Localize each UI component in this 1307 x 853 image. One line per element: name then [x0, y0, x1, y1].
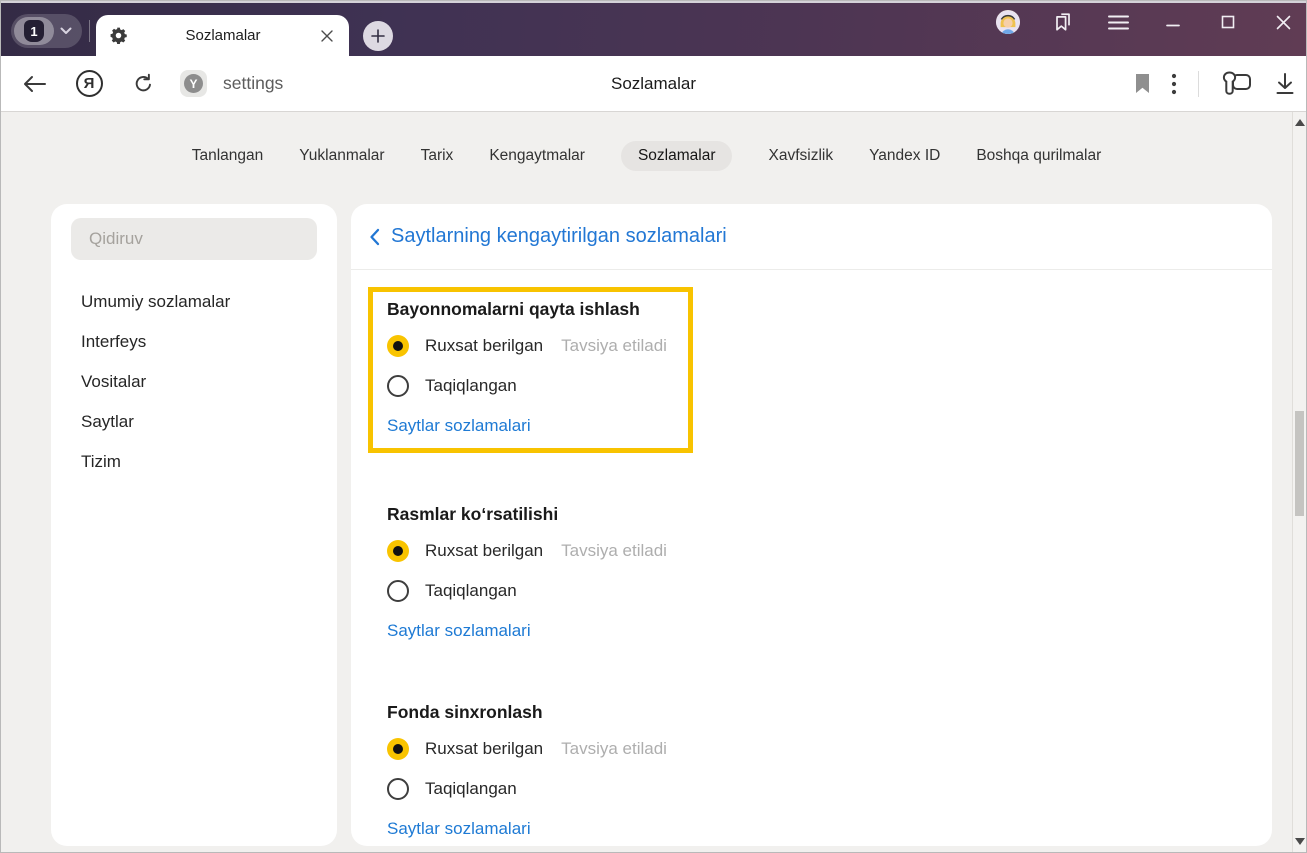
scroll-down-arrow[interactable]	[1295, 838, 1305, 845]
section-title: Bayonnomalarni qayta ishlash	[387, 299, 640, 319]
address-url[interactable]: settings	[223, 56, 283, 111]
tab-counter-button[interactable]: 1	[11, 14, 82, 48]
nav-tab-boshqa-qurilmalar[interactable]: Boshqa qurilmalar	[976, 141, 1101, 171]
radio-selected-icon[interactable]	[387, 540, 409, 562]
link-row: Saytlar sozlamalari	[387, 406, 674, 446]
refresh-icon[interactable]	[131, 56, 155, 111]
nav-tab-xavfsizlik[interactable]: Xavfsizlik	[768, 141, 833, 171]
titlebar-divider	[89, 20, 90, 42]
settings-content: Saytlarning kengaytirilgan sozlamalari B…	[351, 204, 1272, 846]
close-button[interactable]	[1271, 10, 1295, 34]
minimize-button[interactable]	[1161, 10, 1185, 34]
tab-close-icon[interactable]	[318, 27, 336, 45]
maximize-button[interactable]	[1216, 10, 1240, 34]
profile-avatar[interactable]	[996, 10, 1020, 34]
sidebar-item-vositalar[interactable]: Vositalar	[51, 362, 337, 402]
sites-settings-link[interactable]: Saytlar sozlamalari	[387, 621, 531, 641]
toolbar: Я Y settings Sozlamalar	[1, 56, 1306, 111]
settings-section-rasmlar-ko-rsatilishi: Rasmlar koʻrsatilishi Ruxsat berilgan Ta…	[387, 501, 1236, 651]
titlebar: 1 Sozlamalar	[1, 1, 1306, 56]
settings-section-bayonnomalarni-qayta-ishlash: Bayonnomalarni qayta ishlash Ruxsat beri…	[368, 287, 693, 453]
section-title: Rasmlar koʻrsatilishi	[387, 504, 559, 524]
link-row: Saytlar sozlamalari	[387, 611, 1236, 651]
scroll-up-arrow[interactable]	[1295, 119, 1305, 126]
sidebar-item-tizim[interactable]: Tizim	[51, 442, 337, 482]
nav-tab-yandex-id[interactable]: Yandex ID	[869, 141, 940, 171]
page-title: Saytlarning kengaytirilgan sozlamalari	[391, 225, 727, 247]
toolbar-page-title: Sozlamalar	[610, 73, 697, 93]
nav-tab-tarix[interactable]: Tarix	[421, 141, 454, 171]
radio-option-allowed[interactable]: Ruxsat berilgan Tavsiya etiladi	[387, 531, 1236, 571]
radio-option-blocked[interactable]: Taqiqlangan	[387, 571, 1236, 611]
radio-option-allowed[interactable]: Ruxsat berilgan Tavsiya etiladi	[387, 326, 674, 366]
nav-tabs: Tanlangan Yuklanmalar Tarix Kengaytmalar Soz…	[1, 141, 1292, 171]
link-row: Saytlar sozlamalari	[387, 809, 1236, 846]
menu-icon[interactable]	[1106, 10, 1130, 34]
chevron-down-icon	[60, 27, 72, 35]
browser-tab-settings[interactable]: Sozlamalar	[96, 15, 349, 56]
radio-unselected-icon[interactable]	[387, 580, 409, 602]
radio-option-blocked[interactable]: Taqiqlangan	[387, 769, 1236, 809]
radio-option-allowed[interactable]: Ruxsat berilgan Tavsiya etiladi	[387, 729, 1236, 769]
sidebar-item-saytlar[interactable]: Saytlar	[51, 402, 337, 442]
sections-container: Bayonnomalarni qayta ishlash Ruxsat beri…	[351, 270, 1272, 846]
protect-icon[interactable]: Y	[180, 70, 207, 97]
nav-tab-tanlangan[interactable]: Tanlangan	[192, 141, 264, 171]
bookmark-icon[interactable]	[1135, 73, 1150, 94]
scrollbar[interactable]	[1292, 112, 1306, 852]
sites-settings-link[interactable]: Saytlar sozlamalari	[387, 819, 531, 839]
settings-page: Tanlangan Yuklanmalar Tarix Kengaytmalar Soz…	[1, 111, 1306, 852]
nav-tab-yuklanmalar[interactable]: Yuklanmalar	[299, 141, 384, 171]
radio-option-blocked[interactable]: Taqiqlangan	[387, 366, 674, 406]
scrollbar-thumb[interactable]	[1295, 411, 1304, 516]
sites-settings-link[interactable]: Saytlar sozlamalari	[387, 416, 531, 436]
gear-icon	[109, 26, 128, 45]
sidebar-item-interfeys[interactable]: Interfeys	[51, 322, 337, 362]
extensions-icon[interactable]	[1220, 70, 1253, 97]
collections-icon[interactable]	[1051, 10, 1075, 34]
chevron-left-icon	[369, 228, 380, 246]
downloads-icon[interactable]	[1274, 72, 1296, 96]
tab-counter-segment: 1	[14, 17, 54, 45]
sidebar-item-umumiy-sozlamalar[interactable]: Umumiy sozlamalar	[51, 282, 337, 322]
back-heading[interactable]: Saytlarning kengaytirilgan sozlamalari	[351, 204, 1272, 269]
radio-selected-icon[interactable]	[387, 738, 409, 760]
radio-selected-icon[interactable]	[387, 335, 409, 357]
browser-window: 1 Sozlamalar Я Y settings Sozlamalar Tan…	[0, 0, 1307, 853]
yandex-logo-icon[interactable]: Я	[75, 56, 103, 111]
settings-section-fonda-sinxronlash: Fonda sinxronlash Ruxsat berilgan Tavsiy…	[387, 699, 1236, 846]
radio-unselected-icon[interactable]	[387, 375, 409, 397]
back-icon[interactable]	[21, 56, 47, 111]
more-options-icon[interactable]	[1171, 73, 1177, 95]
sidebar: Umumiy sozlamalarInterfeysVositalarSaytl…	[51, 204, 337, 846]
tab-count-badge: 1	[24, 20, 44, 42]
nav-tab-kengaytmalar[interactable]: Kengaytmalar	[489, 141, 585, 171]
tab-title: Sozlamalar	[185, 27, 261, 44]
toolbar-divider	[1198, 70, 1199, 97]
section-title: Fonda sinxronlash	[387, 702, 543, 722]
nav-tab-sozlamalar[interactable]: Sozlamalar	[620, 141, 733, 171]
new-tab-button[interactable]	[363, 21, 393, 51]
radio-unselected-icon[interactable]	[387, 778, 409, 800]
sidebar-list: Umumiy sozlamalar Interfeys Vositalar Saytl…	[51, 282, 337, 482]
search-input[interactable]	[71, 218, 317, 260]
